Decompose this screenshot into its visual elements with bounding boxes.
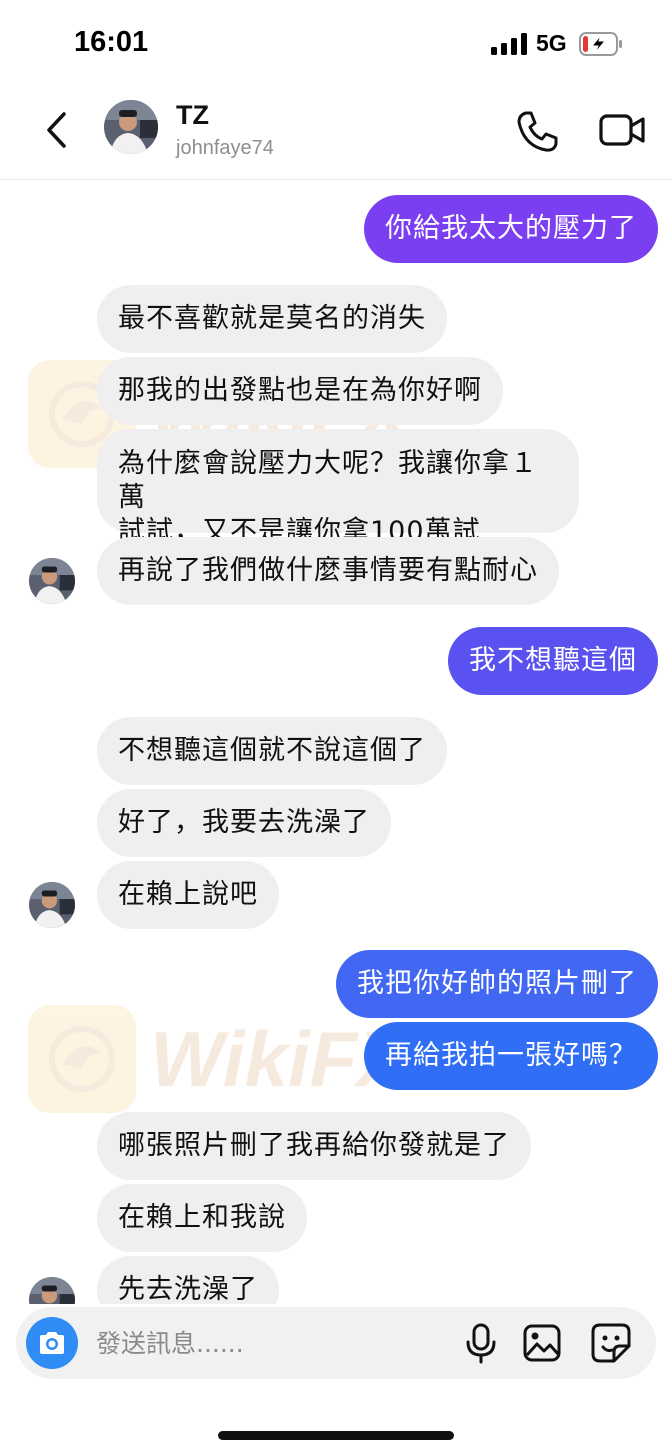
- phone-icon: [517, 111, 558, 152]
- camera-icon: [40, 1332, 64, 1354]
- message-bubble-incoming[interactable]: 在賴上和我說: [97, 1184, 307, 1252]
- message-bubble-incoming[interactable]: 在賴上說吧: [97, 861, 279, 929]
- message-bubble-outgoing[interactable]: 我把你好帥的照片刪了: [336, 950, 658, 1018]
- message-bubble-incoming[interactable]: 最不喜歡就是莫名的消失: [97, 285, 447, 353]
- back-button[interactable]: [34, 106, 78, 154]
- avatar-photo: [29, 1277, 75, 1304]
- sender-avatar[interactable]: [29, 558, 75, 604]
- status-bar: 16:01 5G: [0, 0, 672, 90]
- message-bubble-incoming[interactable]: 好了，我要去洗澡了: [97, 789, 391, 857]
- message-bubble-incoming[interactable]: 再說了我們做什麼事情要有點耐心: [97, 537, 559, 605]
- message-line: 為什麼會說壓力大呢？我讓你拿１萬: [118, 448, 538, 513]
- network-type: 5G: [536, 30, 567, 56]
- message-bubble-incoming[interactable]: 哪張照片刪了我再給你發就是了: [97, 1112, 531, 1180]
- sender-avatar[interactable]: [29, 1277, 75, 1304]
- microphone-icon: [466, 1323, 496, 1364]
- status-time: 16:01: [74, 26, 149, 58]
- wikifx-eagle-logo: [28, 1005, 136, 1113]
- message-input[interactable]: [96, 1323, 376, 1363]
- avatar-photo: [29, 558, 75, 604]
- battery-icon: [579, 32, 622, 56]
- contact-username: johnfaye74: [176, 137, 274, 159]
- watermark: WikiFX: [28, 1005, 409, 1113]
- camera-button[interactable]: [26, 1317, 78, 1369]
- message-bubble-outgoing[interactable]: 我不想聽這個: [448, 627, 658, 695]
- sticker-icon: [591, 1323, 631, 1363]
- image-gallery-icon: [523, 1324, 561, 1362]
- avatar-photo: [29, 882, 75, 928]
- message-bubble-outgoing[interactable]: 你給我太大的壓力了: [364, 195, 658, 263]
- call-button[interactable]: [514, 108, 560, 154]
- voice-message-button[interactable]: [460, 1322, 502, 1364]
- sender-avatar[interactable]: [29, 882, 75, 928]
- gallery-button[interactable]: [522, 1323, 562, 1363]
- message-composer: [16, 1307, 656, 1379]
- contact-avatar[interactable]: [104, 100, 158, 154]
- contact-name[interactable]: TZ: [176, 100, 209, 131]
- chevron-left-icon: [47, 112, 66, 148]
- message-bubble-outgoing[interactable]: 再給我拍一張好嗎？: [364, 1022, 658, 1090]
- message-bubble-incoming[interactable]: 為什麼會說壓力大呢？我讓你拿１萬 試試，又不是讓你拿100萬試: [97, 429, 579, 547]
- message-bubble-incoming[interactable]: 不想聽這個就不說這個了: [97, 717, 447, 785]
- message-bubble-incoming[interactable]: 先去洗澡了: [97, 1256, 279, 1304]
- message-list[interactable]: WikiFX WikiFX 你給我太大的壓力了 最不喜歡就是莫名的消失 那我的出…: [0, 180, 672, 1304]
- avatar-photo: [104, 100, 158, 154]
- message-bubble-incoming[interactable]: 那我的出發點也是在為你好啊: [97, 357, 503, 425]
- sticker-button[interactable]: [590, 1322, 632, 1364]
- home-indicator[interactable]: [218, 1431, 454, 1440]
- video-camera-icon: [599, 114, 645, 146]
- video-call-button[interactable]: [598, 110, 646, 150]
- chat-header: TZ johnfaye74: [0, 90, 672, 180]
- signal-strength-icon: [491, 33, 527, 55]
